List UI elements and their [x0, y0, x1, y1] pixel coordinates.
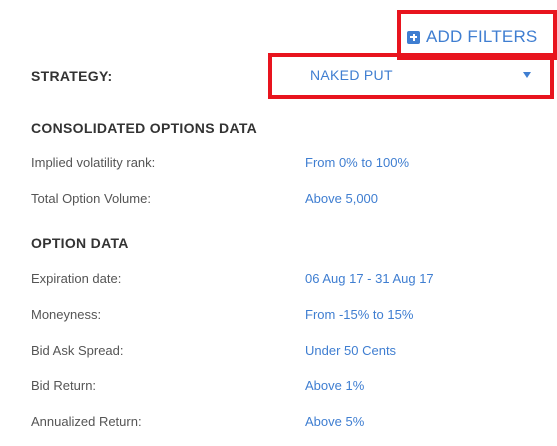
- row-label: Implied volatility rank:: [31, 155, 156, 170]
- row-value-option-volume[interactable]: Above 5,000: [305, 191, 378, 206]
- row-value-bid-return[interactable]: Above 1%: [305, 378, 364, 393]
- plus-square-icon: [407, 30, 420, 44]
- strategy-label: STRATEGY:: [31, 68, 113, 84]
- row-label: Bid Return:: [31, 378, 97, 393]
- row-label: Bid Ask Spread:: [31, 343, 124, 358]
- row-label: Expiration date:: [31, 271, 122, 286]
- section-title-option-data: OPTION DATA: [31, 235, 129, 251]
- row-label: Total Option Volume:: [31, 191, 151, 206]
- filter-panel: ADD FILTERS STRATEGY: NAKED PUT CONSOLID…: [0, 0, 557, 446]
- add-filters-label: ADD FILTERS: [426, 27, 538, 46]
- strategy-dropdown[interactable]: NAKED PUT: [280, 60, 535, 90]
- row-value-moneyness[interactable]: From -15% to 15%: [305, 307, 413, 322]
- row-value-bid-ask-spread[interactable]: Under 50 Cents: [305, 343, 396, 358]
- row-value-annualized-return[interactable]: Above 5%: [305, 414, 364, 429]
- section-title-consolidated: CONSOLIDATED OPTIONS DATA: [31, 120, 258, 136]
- row-value-expiration[interactable]: 06 Aug 17 - 31 Aug 17: [305, 271, 434, 286]
- strategy-selected-value: NAKED PUT: [310, 67, 393, 83]
- row-value-iv-rank[interactable]: From 0% to 100%: [305, 155, 409, 170]
- row-label: Annualized Return:: [31, 414, 142, 429]
- row-label: Moneyness:: [31, 307, 102, 322]
- add-filters-button[interactable]: ADD FILTERS: [407, 26, 537, 48]
- caret-down-icon: [523, 72, 531, 78]
